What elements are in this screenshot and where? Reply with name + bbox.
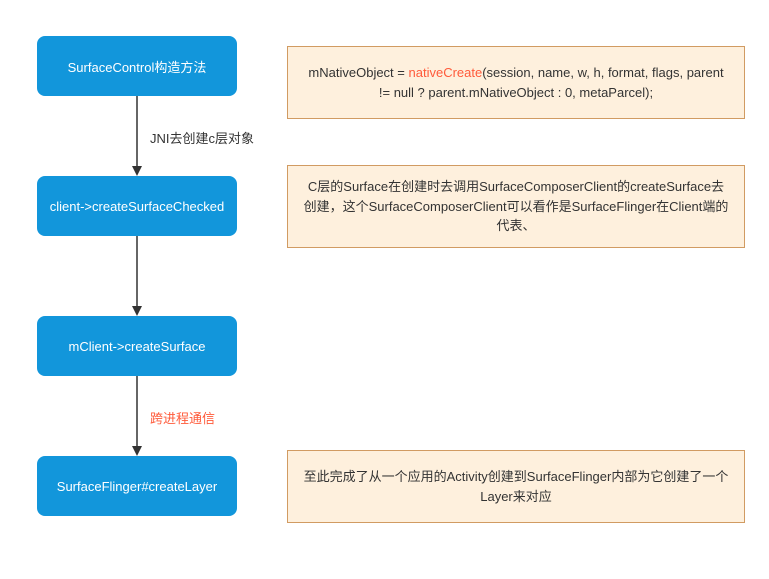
note-layer-created: 至此完成了从一个应用的Activity创建到SurfaceFlinger内部为它…: [287, 450, 745, 523]
note-prefix: mNativeObject =: [308, 65, 408, 80]
note-native-create: mNativeObject = nativeCreate(session, na…: [287, 46, 745, 119]
node-label: SurfaceControl构造方法: [68, 57, 207, 76]
note-text: C层的Surface在创建时去调用SurfaceComposerClient的c…: [302, 177, 730, 236]
note-text: mNativeObject = nativeCreate(session, na…: [302, 63, 730, 102]
edge-label-jni: JNI去创建c层对象: [150, 128, 254, 147]
node-create-surface-checked: client->createSurfaceChecked: [37, 176, 237, 236]
node-create-layer: SurfaceFlinger#createLayer: [37, 456, 237, 516]
edge-text: 跨进程通信: [150, 411, 215, 426]
node-label: mClient->createSurface: [69, 339, 206, 354]
edge-text: JNI去创建c层对象: [150, 131, 254, 146]
arrow-3-4: [130, 376, 144, 458]
note-composer-client: C层的Surface在创建时去调用SurfaceComposerClient的c…: [287, 165, 745, 248]
note-text: 至此完成了从一个应用的Activity创建到SurfaceFlinger内部为它…: [302, 467, 730, 506]
node-label: client->createSurfaceChecked: [50, 199, 225, 214]
node-label: SurfaceFlinger#createLayer: [57, 479, 217, 494]
node-create-surface: mClient->createSurface: [37, 316, 237, 376]
arrow-2-3: [130, 236, 144, 318]
edge-label-ipc: 跨进程通信: [150, 408, 215, 427]
note-call: nativeCreate: [409, 65, 483, 80]
node-surface-control: SurfaceControl构造方法: [37, 36, 237, 96]
arrow-1-2: [130, 96, 144, 178]
